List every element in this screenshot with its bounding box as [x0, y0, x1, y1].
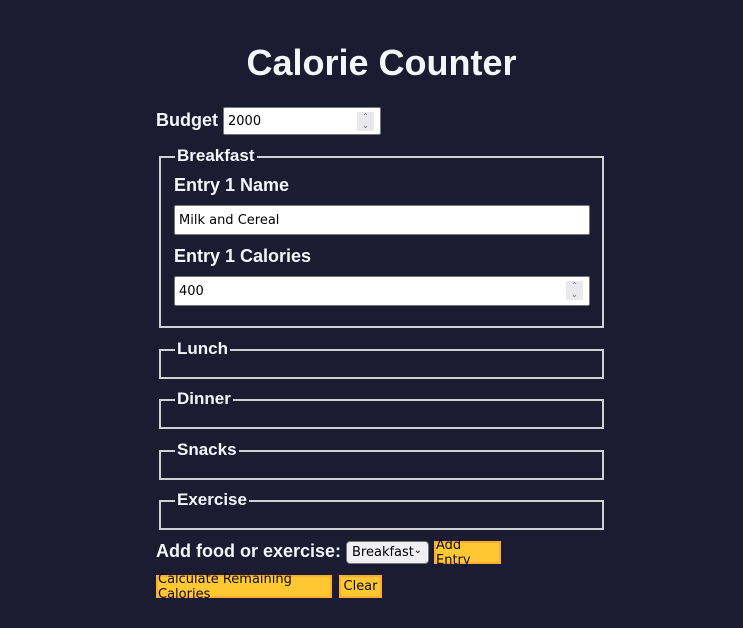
breakfast-fieldset: Breakfast Entry 1 Name Milk and Cereal E…: [159, 146, 604, 328]
entry-type-select[interactable]: Breakfast ⌄: [346, 541, 429, 564]
exercise-fieldset: Exercise: [159, 490, 604, 530]
spinner-icon[interactable]: ⌃ ⌄: [357, 112, 374, 131]
clear-button[interactable]: Clear: [339, 575, 382, 598]
entry-calories-value: 400: [179, 283, 204, 299]
dinner-legend: Dinner: [175, 389, 233, 409]
budget-value: 2000: [228, 113, 262, 129]
exercise-legend: Exercise: [175, 490, 249, 510]
budget-label: Budget: [156, 110, 218, 130]
calculate-button[interactable]: Calculate Remaining Calories: [156, 572, 332, 602]
lunch-fieldset: Lunch: [159, 339, 604, 379]
dinner-fieldset: Dinner: [159, 389, 604, 429]
snacks-legend: Snacks: [175, 440, 239, 460]
add-food-label: Add food or exercise:: [156, 541, 342, 561]
add-entry-button[interactable]: Add Entry: [434, 538, 501, 568]
snacks-fieldset: Snacks: [159, 440, 604, 480]
entry-calories-input[interactable]: 400 ⌃ ⌄: [174, 276, 590, 306]
breakfast-legend: Breakfast: [175, 146, 257, 166]
entry-name-value: Milk and Cereal: [179, 212, 280, 228]
entry-name-label: Entry 1 Name: [174, 175, 290, 195]
select-value: Breakfast: [352, 545, 414, 560]
entry-name-input[interactable]: Milk and Cereal: [174, 205, 590, 235]
entry-calories-label: Entry 1 Calories: [174, 246, 312, 266]
lunch-legend: Lunch: [175, 339, 230, 359]
page-title: Calorie Counter: [246, 42, 517, 83]
budget-input[interactable]: 2000 ⌃ ⌄: [223, 107, 381, 135]
chevron-down-icon: ⌄: [413, 545, 422, 556]
spinner-icon[interactable]: ⌃ ⌄: [566, 281, 583, 300]
